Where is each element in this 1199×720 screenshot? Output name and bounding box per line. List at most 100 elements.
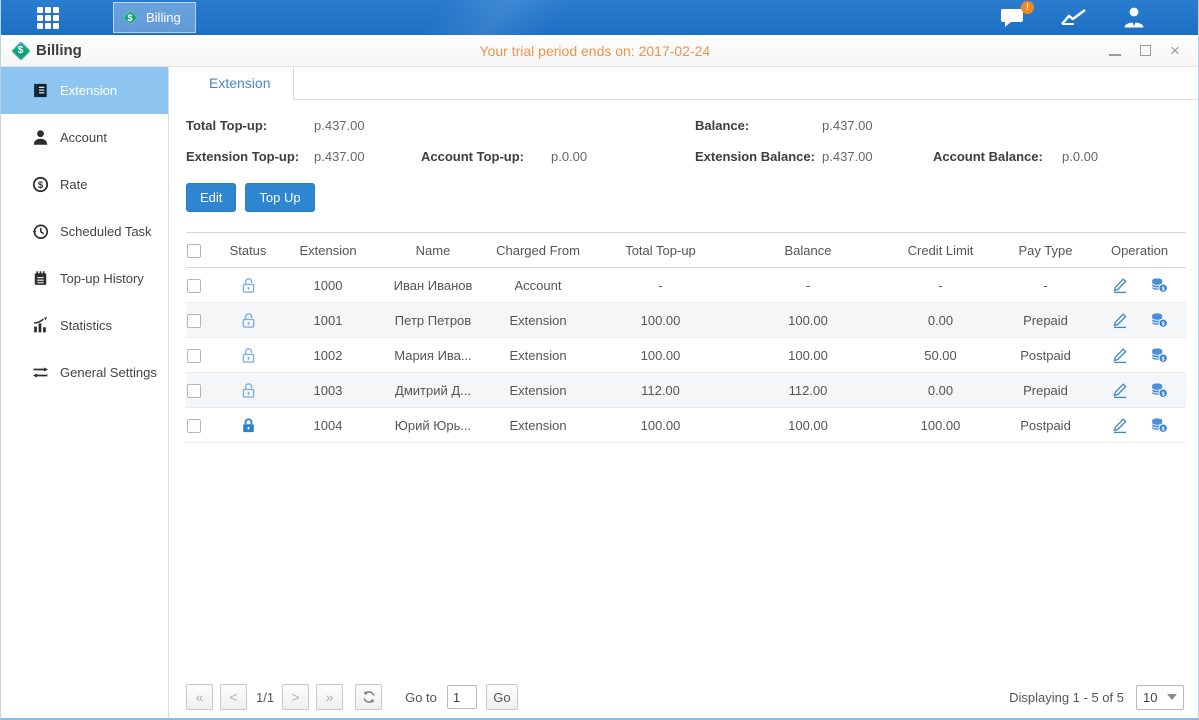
page-size-value: 10 (1143, 690, 1157, 705)
cell-pay-type: Prepaid (998, 303, 1093, 338)
column-header-operation: Operation (1093, 233, 1186, 268)
row-checkbox[interactable] (187, 279, 201, 293)
sidebar-item-rate[interactable]: $ Rate (1, 161, 168, 208)
lock-open-icon (240, 382, 257, 399)
cell-total-topup: 100.00 (588, 338, 733, 373)
top-up-row-icon[interactable]: $ (1150, 346, 1168, 364)
top-up-button[interactable]: Top Up (245, 183, 314, 212)
next-page-button[interactable]: > (282, 684, 309, 710)
cell-total-topup: 100.00 (588, 408, 733, 443)
bar-chart-icon (32, 317, 49, 334)
lock-open-icon (240, 347, 257, 364)
edit-button[interactable]: Edit (186, 183, 236, 212)
extension-balance-label: Extension Balance: (695, 149, 822, 164)
sliders-icon (32, 364, 49, 381)
edit-row-icon[interactable] (1111, 276, 1129, 294)
extensions-table: Status Extension Name Charged From Total… (186, 232, 1186, 443)
window-title-bar: $ Billing Your trial period ends on: 201… (1, 35, 1198, 67)
user-account-button[interactable] (1122, 7, 1146, 28)
balance-label: Balance: (695, 118, 822, 133)
cell-charged-from: Extension (488, 303, 588, 338)
pagination-bar: « < 1/1 > » Go to Go Displaying (186, 684, 1184, 712)
table-row[interactable]: 1000 Иван Иванов Account - - - - $ (186, 268, 1186, 303)
sidebar-item-topup-history[interactable]: Top-up History (1, 255, 168, 302)
sidebar-item-account[interactable]: Account (1, 114, 168, 161)
notifications-button[interactable]: ! (1000, 7, 1026, 29)
lock-open-icon (240, 277, 257, 294)
top-up-row-icon[interactable]: $ (1150, 416, 1168, 434)
table-row[interactable]: 1002 Мария Ива... Extension 100.00 100.0… (186, 338, 1186, 373)
table-body: 1000 Иван Иванов Account - - - - $ (186, 268, 1186, 443)
top-up-row-icon[interactable]: $ (1150, 381, 1168, 399)
row-checkbox[interactable] (187, 349, 201, 363)
go-button[interactable]: Go (486, 684, 518, 710)
go-to-label: Go to (405, 690, 437, 705)
sidebar-item-statistics[interactable]: Statistics (1, 302, 168, 349)
sidebar-item-label: Account (60, 130, 107, 145)
sidebar-item-scheduled-task[interactable]: Scheduled Task (1, 208, 168, 255)
statistics-monitor-button[interactable] (1060, 8, 1088, 28)
edit-row-icon[interactable] (1111, 346, 1129, 364)
prev-page-button[interactable]: < (220, 684, 247, 710)
table-row[interactable]: 1004 Юрий Юрь... Extension 100.00 100.00… (186, 408, 1186, 443)
lock-open-icon (240, 312, 257, 329)
column-header-extension: Extension (278, 233, 378, 268)
row-checkbox[interactable] (187, 419, 201, 433)
cell-extension: 1000 (278, 268, 378, 303)
account-balance-label: Account Balance: (933, 149, 1062, 164)
app-launcher-grid-icon[interactable] (37, 7, 71, 29)
cell-charged-from: Account (488, 268, 588, 303)
window-controls: × (1108, 44, 1198, 58)
row-checkbox[interactable] (187, 384, 201, 398)
refresh-button[interactable] (355, 684, 382, 710)
person-icon (32, 129, 49, 146)
first-page-button[interactable]: « (186, 684, 213, 710)
table-row[interactable]: 1003 Дмитрий Д... Extension 112.00 112.0… (186, 373, 1186, 408)
minimize-button[interactable] (1108, 44, 1122, 58)
billing-app-tab[interactable]: $ Billing (113, 2, 196, 33)
total-topup-label: Total Top-up: (186, 118, 314, 133)
extension-topup-label: Extension Top-up: (186, 149, 314, 164)
edit-row-icon[interactable] (1111, 416, 1129, 434)
extension-balance-value: p.437.00 (822, 149, 933, 164)
user-icon (1122, 7, 1146, 28)
app-window: $ Billing ! (0, 0, 1199, 720)
cell-charged-from: Extension (488, 338, 588, 373)
cell-extension: 1001 (278, 303, 378, 338)
cell-credit-limit: 0.00 (883, 303, 998, 338)
last-page-button[interactable]: » (316, 684, 343, 710)
column-header-pay-type: Pay Type (998, 233, 1093, 268)
edit-row-icon[interactable] (1111, 311, 1129, 329)
account-topup-label: Account Top-up: (421, 149, 551, 164)
select-all-checkbox[interactable] (187, 244, 201, 258)
history-clock-icon (32, 223, 49, 240)
go-to-page-input[interactable] (447, 685, 477, 709)
cell-charged-from: Extension (488, 373, 588, 408)
cell-credit-limit: 0.00 (883, 373, 998, 408)
table-row[interactable]: 1001 Петр Петров Extension 100.00 100.00… (186, 303, 1186, 338)
cell-name: Иван Иванов (378, 268, 488, 303)
displaying-text: Displaying 1 - 5 of 5 (1009, 690, 1124, 705)
column-header-name: Name (378, 233, 488, 268)
row-checkbox[interactable] (187, 314, 201, 328)
sidebar-item-general-settings[interactable]: General Settings (1, 349, 168, 396)
top-up-row-icon[interactable]: $ (1150, 276, 1168, 294)
edit-row-icon[interactable] (1111, 381, 1129, 399)
cell-balance: - (733, 268, 883, 303)
cell-pay-type: Postpaid (998, 338, 1093, 373)
cell-extension: 1002 (278, 338, 378, 373)
sidebar-item-label: Extension (60, 83, 117, 98)
sidebar-item-extension[interactable]: Extension (1, 67, 168, 114)
tab-extension[interactable]: Extension (186, 67, 294, 100)
maximize-button[interactable] (1138, 44, 1152, 58)
cell-name: Мария Ива... (378, 338, 488, 373)
cell-extension: 1003 (278, 373, 378, 408)
top-up-row-icon[interactable]: $ (1150, 311, 1168, 329)
cell-total-topup: - (588, 268, 733, 303)
sidebar-item-label: Statistics (60, 318, 112, 333)
close-button[interactable]: × (1168, 44, 1182, 58)
account-balance-value: p.0.00 (1062, 149, 1098, 164)
page-size-select[interactable]: 10 (1136, 685, 1184, 710)
cell-name: Дмитрий Д... (378, 373, 488, 408)
account-topup-value: p.0.00 (551, 149, 587, 164)
